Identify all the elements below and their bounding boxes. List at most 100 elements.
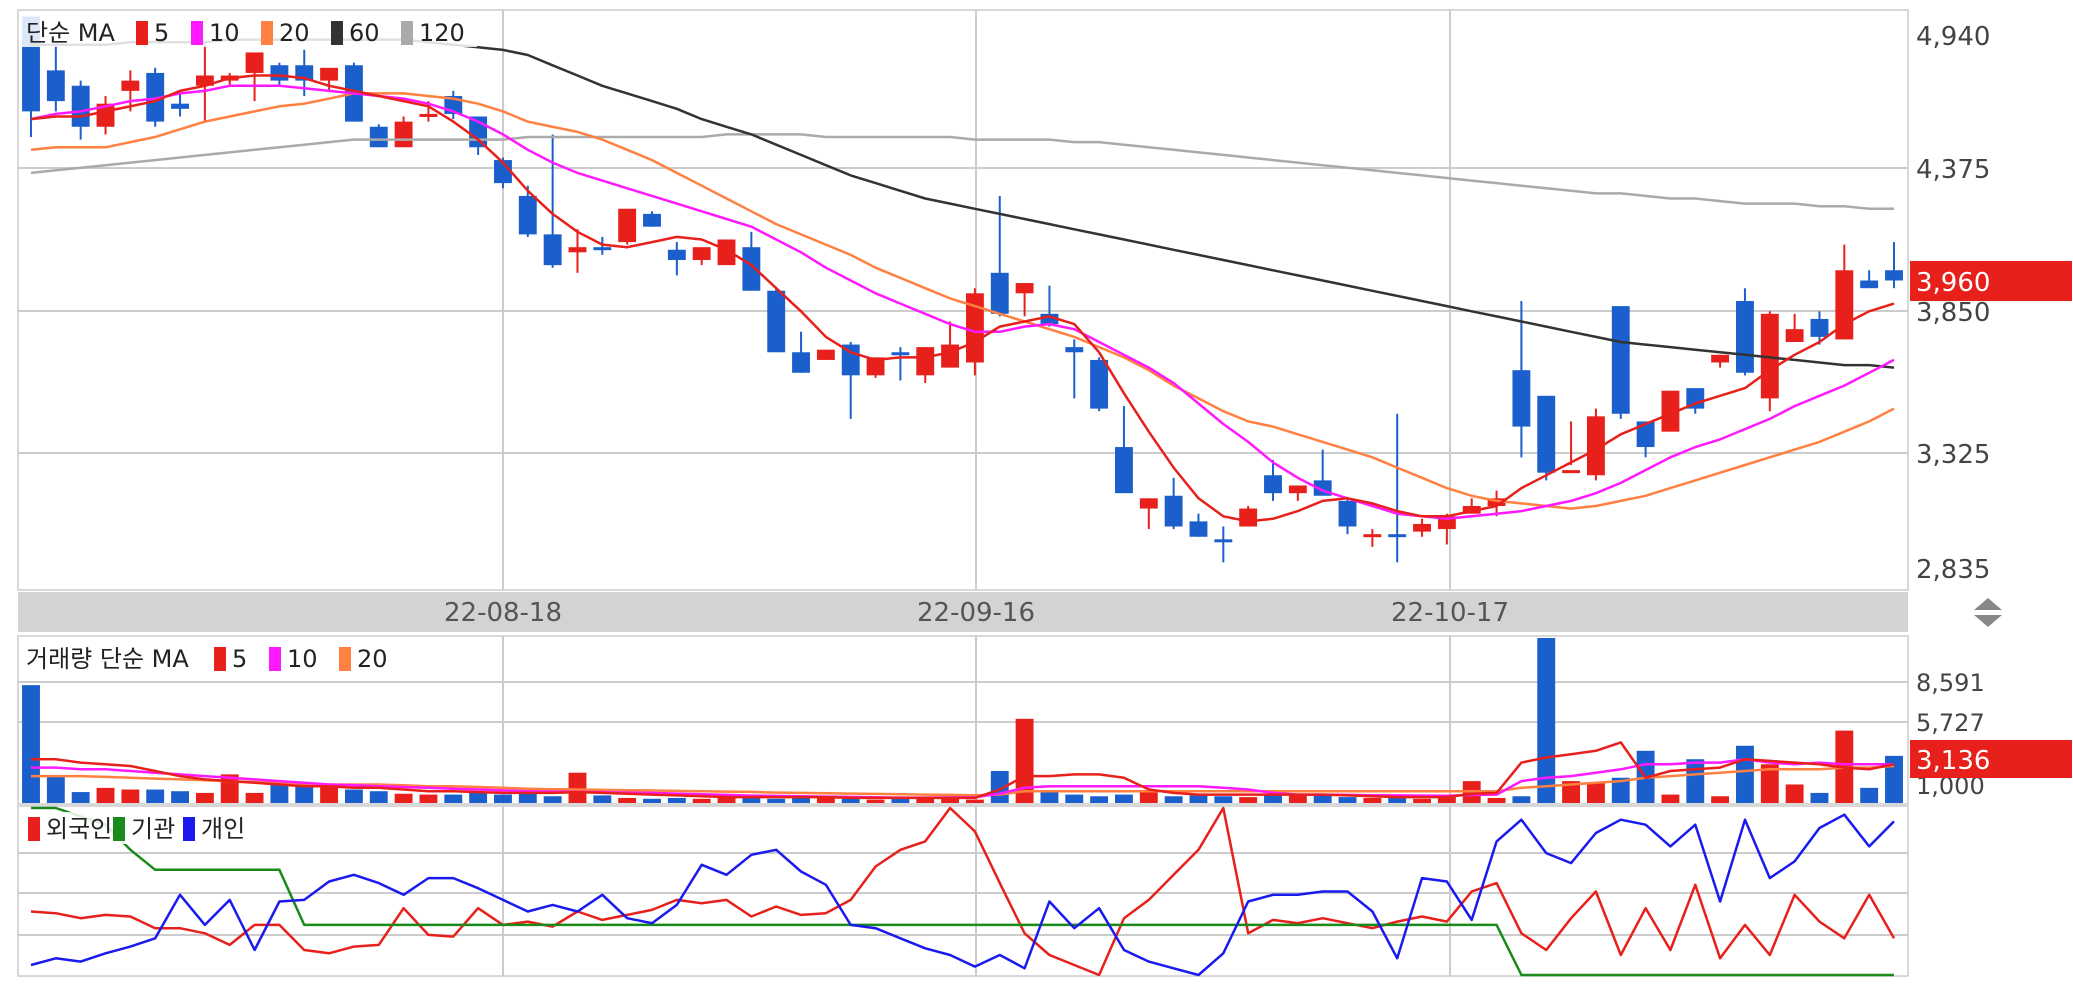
price-legend-swatch-3 — [331, 21, 343, 45]
volume-bar-47 — [1189, 795, 1208, 803]
candle-body-72 — [1810, 318, 1829, 337]
candle-body-20 — [518, 195, 537, 235]
candle-body-43 — [1090, 359, 1109, 409]
candle-body-2 — [71, 85, 90, 127]
candle-body-45 — [1139, 498, 1158, 509]
price-legend-label-4: 120 — [419, 19, 465, 47]
volume-bar-20 — [518, 792, 537, 803]
price-legend-swatch-0 — [136, 21, 148, 45]
price-legend-label-3: 60 — [349, 19, 380, 47]
candle-body-56 — [1413, 523, 1431, 532]
volume-bar-48 — [1214, 796, 1233, 803]
price-current-value: 3,960 — [1916, 268, 1990, 298]
candle-body-60 — [1512, 370, 1531, 427]
volume-bar-50 — [1264, 795, 1282, 803]
candle-body-24 — [618, 208, 637, 243]
ma20-line — [30, 92, 1895, 510]
date-label-0: 22-08-18 — [444, 598, 562, 628]
volume-y-axis: 8,591 5,727 1,000 — [1916, 669, 1985, 800]
volume-bar-22 — [568, 772, 587, 803]
volume-bar-46 — [1164, 796, 1183, 803]
volume-bar-30 — [767, 798, 786, 803]
volume-bar-0 — [22, 685, 40, 803]
price-legend-label-0: 5 — [154, 19, 169, 47]
price-legend-swatch-1 — [191, 21, 203, 45]
volume-legend-label-0: 5 — [232, 645, 247, 673]
gridlines — [18, 10, 1908, 976]
volume-current-badge: 3,136 — [1910, 740, 2072, 778]
volume-bar-33 — [841, 798, 860, 803]
stock-chart: 단순 MA 5 10 20 60 120 4,940 4,375 3,850 3,325… — [17, 9, 2072, 977]
candle-body-62 — [1562, 470, 1581, 474]
volume-bar-56 — [1413, 798, 1431, 803]
volume-bar-59 — [1487, 797, 1506, 803]
volume-bar-67 — [1686, 759, 1705, 803]
volume-bar-37 — [941, 798, 960, 803]
price-legend-swatch-4 — [401, 21, 413, 45]
volume-bar-52 — [1313, 795, 1332, 803]
price-y-axis: 4,940 4,375 3,850 3,325 2,835 — [1916, 22, 1990, 585]
volume-bar-9 — [245, 792, 264, 803]
candle-body-31 — [792, 352, 810, 373]
date-label-2: 22-10-17 — [1391, 598, 1509, 628]
date-label-1: 22-09-16 — [917, 598, 1035, 628]
volume-bar-25 — [643, 798, 661, 803]
ma5-line — [30, 74, 1895, 523]
up-down-arrows-icon[interactable] — [1974, 598, 2002, 627]
candle-body-64 — [1611, 306, 1630, 414]
volume-bar-74 — [1860, 787, 1879, 803]
volume-bar-44 — [1115, 794, 1133, 803]
volume-bar-35 — [891, 798, 910, 803]
volume-bar-5 — [146, 789, 165, 803]
price-legend: 단순 MA 5 10 20 60 120 — [22, 15, 477, 47]
volume-bar-19 — [494, 794, 512, 803]
volume-legend-swatch-1 — [269, 647, 281, 671]
candle-body-42 — [1065, 347, 1084, 353]
volume-bar-21 — [543, 796, 562, 803]
investor-legend-label-2: 개인 — [201, 815, 245, 843]
volume-bar-53 — [1338, 797, 1357, 803]
candle-body-1 — [46, 70, 65, 102]
price-legend-title: 단순 MA — [26, 19, 115, 47]
investor-legend-swatch-0 — [28, 817, 40, 841]
candle-body-47 — [1189, 521, 1208, 537]
volume-bar-71 — [1785, 784, 1804, 803]
ma120-line — [30, 133, 1894, 211]
candle-body-37 — [941, 344, 960, 368]
volume-bar-7 — [195, 792, 214, 803]
volume-tick-1: 5,727 — [1916, 709, 1985, 737]
candle-body-46 — [1164, 495, 1183, 527]
volume-bar-17 — [444, 794, 463, 803]
volume-bar-3 — [96, 787, 115, 803]
volume-bar-41 — [1040, 791, 1059, 803]
candle-body-29 — [742, 247, 761, 291]
volume-bar-16 — [419, 794, 438, 803]
volume-bar-24 — [618, 797, 637, 803]
candle-body-10 — [270, 65, 289, 81]
volume-legend-label-1: 10 — [287, 645, 318, 673]
candle-body-35 — [891, 352, 910, 356]
candle-body-55 — [1388, 534, 1407, 538]
price-current-badge: 3,960 — [1910, 261, 2072, 301]
candle-body-53 — [1338, 500, 1357, 527]
candle-body-44 — [1115, 447, 1133, 494]
candle-body-26 — [667, 249, 686, 260]
volume-bar-6 — [171, 791, 189, 803]
price-legend-swatch-2 — [261, 21, 273, 45]
price-candles — [22, 16, 1903, 563]
candle-body-71 — [1785, 329, 1804, 342]
volume-bar-66 — [1661, 794, 1680, 803]
price-moving-averages — [30, 38, 1895, 523]
candle-body-50 — [1264, 475, 1282, 494]
volume-bar-72 — [1810, 792, 1829, 803]
candle-body-16 — [419, 113, 438, 117]
volume-bar-38 — [965, 799, 984, 803]
investor-line-0 — [30, 806, 1896, 977]
volume-bar-43 — [1090, 796, 1109, 803]
candle-body-25 — [643, 213, 661, 227]
candle-body-39 — [990, 272, 1009, 314]
candle-body-30 — [767, 290, 786, 353]
candle-body-27 — [692, 247, 711, 260]
volume-current-value: 3,136 — [1916, 746, 1990, 776]
candle-body-49 — [1239, 508, 1258, 527]
